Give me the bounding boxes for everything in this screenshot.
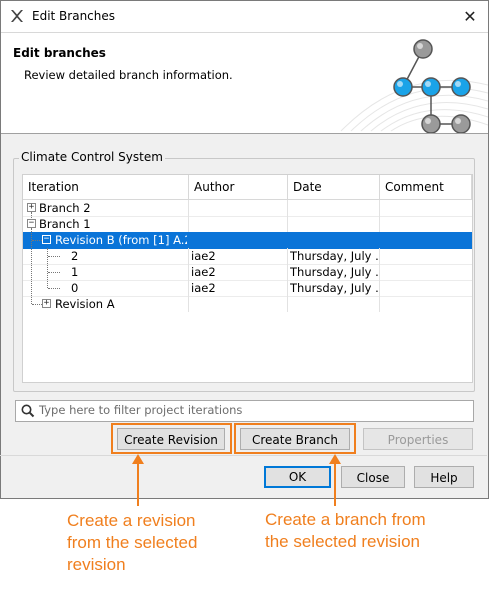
table-row-selected[interactable]: − Revision B (from [1] A.2) xyxy=(23,232,472,249)
create-revision-annotation: Create a revision from the selected revi… xyxy=(67,511,198,574)
row-iteration: 0 xyxy=(71,281,79,295)
expand-icon[interactable]: + xyxy=(27,203,36,212)
table-row[interactable]: 1 iae2 Thursday, July ... xyxy=(23,264,472,281)
row-comment xyxy=(383,200,471,216)
row-comment xyxy=(383,296,471,312)
close-button[interactable]: Close xyxy=(341,466,405,488)
revision-arrow-icon xyxy=(132,454,144,506)
row-date: Thursday, July ... xyxy=(290,265,378,279)
header-title: Edit branches xyxy=(13,46,106,60)
row-date xyxy=(291,296,379,312)
row-date: Thursday, July ... xyxy=(290,281,378,295)
column-header-comment[interactable]: Comment xyxy=(380,175,472,199)
row-date xyxy=(291,232,379,248)
table-row[interactable]: 2 iae2 Thursday, July ... xyxy=(23,248,472,265)
row-iteration: Branch 1 xyxy=(39,217,91,231)
create-branch-annotation: Create a branch from the selected revisi… xyxy=(265,510,426,551)
collapse-icon[interactable]: − xyxy=(27,219,36,228)
branch-graph-icon xyxy=(340,39,488,133)
column-header-author[interactable]: Author xyxy=(189,175,288,199)
branch-arrow-icon xyxy=(329,454,341,506)
row-iteration: 2 xyxy=(71,249,79,263)
column-header-date[interactable]: Date xyxy=(288,175,380,199)
ok-button[interactable]: OK xyxy=(264,466,331,488)
row-author xyxy=(192,232,286,248)
create-revision-button[interactable]: Create Revision xyxy=(117,428,225,450)
row-iteration: Branch 2 xyxy=(39,201,91,215)
row-iteration: Revision B (from [1] A.2) xyxy=(55,233,187,247)
iterations-table[interactable]: Iteration Author Date Comment + Branch 2… xyxy=(22,174,473,383)
search-icon xyxy=(21,404,35,418)
row-comment xyxy=(383,248,471,264)
close-icon[interactable]: ✕ xyxy=(452,1,488,32)
column-header-iteration[interactable]: Iteration xyxy=(23,175,189,199)
table-row[interactable]: 0 iae2 Thursday, July ... xyxy=(23,280,472,297)
row-iteration: 1 xyxy=(71,265,79,279)
row-iteration: Revision A xyxy=(55,297,115,311)
row-author: iae2 xyxy=(191,281,216,295)
row-author xyxy=(192,296,286,312)
filter-placeholder: Type here to filter project iterations xyxy=(39,403,243,417)
title-bar: Edit Branches ✕ xyxy=(1,1,488,32)
row-comment xyxy=(383,264,471,280)
create-branch-button[interactable]: Create Branch xyxy=(240,428,350,450)
table-header: Iteration Author Date Comment xyxy=(23,175,472,200)
dialog-header: Edit branches Review detailed branch inf… xyxy=(1,32,488,134)
row-comment xyxy=(383,216,471,232)
row-author: iae2 xyxy=(191,265,216,279)
row-date xyxy=(291,216,379,232)
collapse-icon[interactable]: − xyxy=(42,235,51,244)
row-author xyxy=(192,200,286,216)
row-date xyxy=(291,200,379,216)
properties-button[interactable]: Properties xyxy=(363,428,473,450)
header-subtitle: Review detailed branch information. xyxy=(24,68,233,82)
filter-input[interactable]: Type here to filter project iterations xyxy=(15,400,474,422)
tree-connector xyxy=(32,240,42,241)
row-comment xyxy=(383,232,471,248)
table-row[interactable]: − Branch 1 xyxy=(23,216,472,233)
row-author: iae2 xyxy=(191,249,216,263)
table-row[interactable]: + Branch 2 xyxy=(23,200,472,217)
row-author xyxy=(192,216,286,232)
tree-connector xyxy=(31,212,32,218)
row-comment xyxy=(383,280,471,296)
help-button[interactable]: Help xyxy=(414,466,474,488)
table-row[interactable]: + Revision A xyxy=(23,296,472,312)
group-label: Climate Control System xyxy=(19,150,165,164)
expand-icon[interactable]: + xyxy=(42,299,51,308)
row-date: Thursday, July ... xyxy=(290,249,378,263)
x-app-icon xyxy=(11,10,23,22)
window-title: Edit Branches xyxy=(32,9,116,23)
